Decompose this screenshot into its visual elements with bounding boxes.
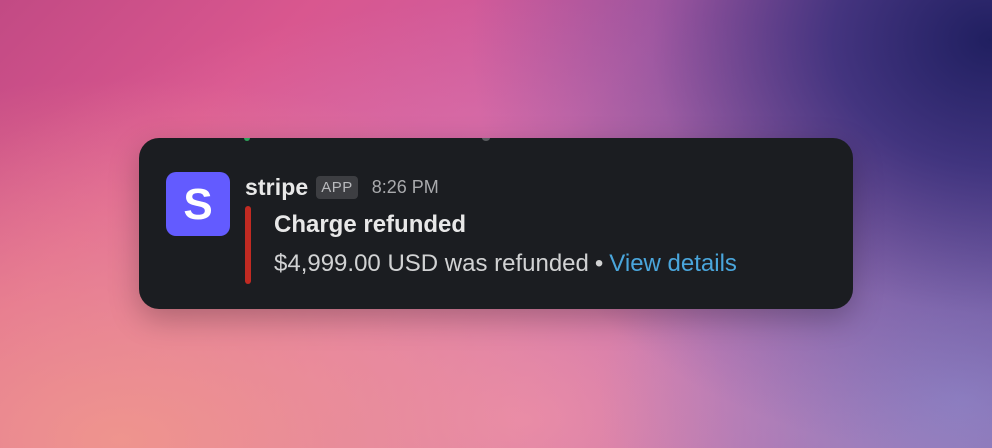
previous-message-fragment (482, 138, 490, 141)
message-card: S stripe APP 8:26 PM Charge refunded $4,… (139, 138, 853, 309)
message-timestamp[interactable]: 8:26 PM (372, 177, 439, 198)
view-details-link[interactable]: View details (609, 250, 737, 277)
attachment-accent-bar (245, 206, 251, 284)
app-badge: APP (316, 175, 358, 199)
attachment-title: Charge refunded (274, 211, 467, 238)
svg-text:S: S (183, 180, 212, 229)
refund-text: $4,999.00 USD was refunded (274, 250, 589, 277)
stripe-logo-icon: S (183, 180, 212, 229)
separator-bullet: • (594, 250, 604, 277)
presence-dot (244, 138, 250, 141)
app-name[interactable]: stripe (245, 174, 308, 201)
stripe-avatar[interactable]: S (166, 172, 230, 236)
message-header: stripe APP 8:26 PM (245, 172, 439, 202)
attachment-body: $4,999.00 USD was refunded • View details (274, 249, 737, 279)
